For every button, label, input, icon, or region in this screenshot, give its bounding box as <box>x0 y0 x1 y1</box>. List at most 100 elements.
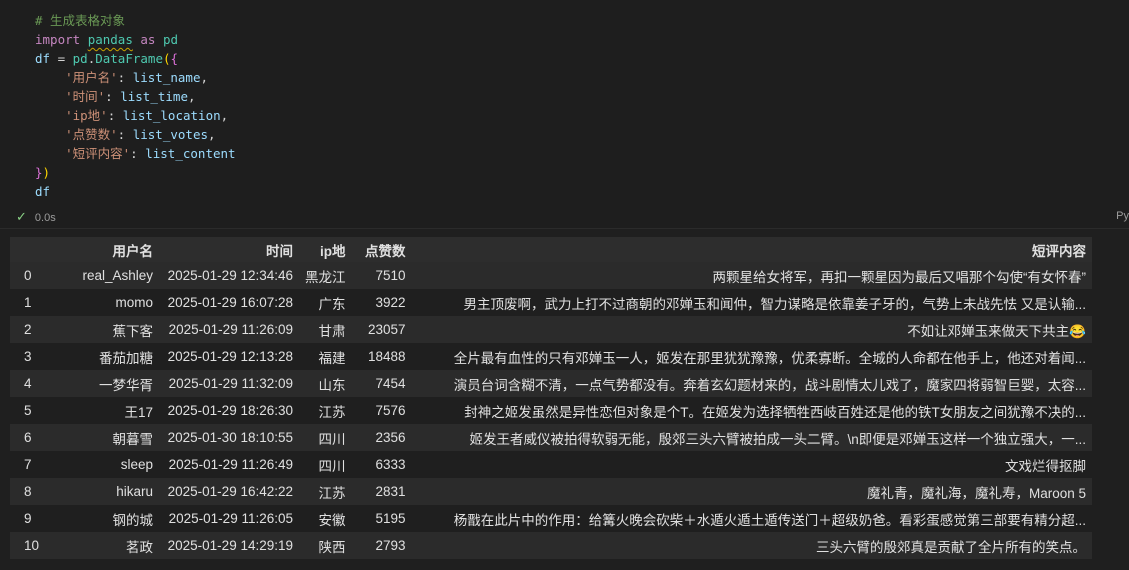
cell-content: 文戏烂得抠脚 <box>1005 458 1086 474</box>
column-header-votes: 点赞数 <box>351 237 412 262</box>
cell-ip: 山东 <box>318 377 346 393</box>
cell-time: 2025-01-29 11:26:49 <box>168 457 293 472</box>
cell-time: 2025-01-29 16:42:22 <box>167 484 293 499</box>
row-index: 3 <box>24 349 32 364</box>
table-row: 5 王17 2025-01-29 18:26:30 江苏 7576 封神之姬发虽然是异性恋… <box>10 397 1092 424</box>
table-row: 3 番茄加糖 2025-01-29 12:13:28 福建 18488 全片最有血性的只有… <box>10 343 1092 370</box>
cell-time: 2025-01-29 14:29:19 <box>167 538 293 553</box>
code-open-paren: ( <box>162 51 171 66</box>
cell-ip: 福建 <box>318 350 346 366</box>
index-header <box>10 237 47 262</box>
cell-content: 封神之姬发虽然是异性恋但对象是个T。在姬发为选择牺牲西岐百姓还是他的铁T女朋友之… <box>464 404 1086 420</box>
cell-username: 茗政 <box>126 539 153 555</box>
code-dict-value: list_content <box>145 146 236 161</box>
code-dict-value: list_name <box>132 70 201 85</box>
code-dict-value: list_time <box>120 89 188 104</box>
row-index: 0 <box>24 268 32 283</box>
code-last-line: df <box>35 184 51 199</box>
cell-ip: 安徽 <box>318 512 346 528</box>
cell-content: 演员台词含糊不清，一点气势都没有。奔着玄幻题材来的，战斗剧情太儿戏了，魔家四将弱… <box>453 377 1086 393</box>
code-editor[interactable]: # 生成表格对象 import pandas as pd df = pd.Dat… <box>35 11 236 201</box>
table-row: 7 sleep 2025-01-29 11:26:49 四川 6333 文戏烂得抠脚 <box>10 451 1092 478</box>
code-colon: : <box>105 89 121 104</box>
cell-content: 两颗星给女将军，再扣一颗星因为最后又唱那个勾使“有女怀春” <box>712 269 1087 285</box>
code-comma: , <box>208 127 216 142</box>
code-import-keyword: import <box>35 32 81 47</box>
cell-ip: 广东 <box>318 296 346 312</box>
cell-votes: 7454 <box>375 376 406 391</box>
code-colon: : <box>107 108 123 123</box>
cell-ip: 四川 <box>318 458 346 474</box>
row-index: 1 <box>24 295 32 310</box>
cell-content: 不如让邓婵玉来做天下共主😂 <box>907 323 1086 339</box>
cell-time: 2025-01-29 11:26:05 <box>168 511 293 526</box>
code-colon: : <box>117 127 133 142</box>
table-row: 8 hikaru 2025-01-29 16:42:22 江苏 2831 魔礼青，魔礼海，… <box>10 478 1092 505</box>
check-icon: ✓ <box>16 209 27 224</box>
cell-votes: 7510 <box>375 268 406 283</box>
cell-ip: 黑龙江 <box>305 269 346 285</box>
code-dict-value: list_votes <box>132 127 208 142</box>
cell-votes: 2793 <box>375 538 406 553</box>
column-header-username: 用户名 <box>47 237 159 262</box>
code-comma: , <box>187 89 196 104</box>
code-operator: = <box>50 51 73 66</box>
cell-votes: 7576 <box>375 403 406 418</box>
cell-content: 全片最有血性的只有邓婵玉一人，姬发在那里犹犹豫豫，优柔寡断。全城的人命都在他手上… <box>453 350 1086 366</box>
code-comma: , <box>200 70 208 85</box>
cell-votes: 6333 <box>375 457 406 472</box>
code-colon: : <box>130 146 146 161</box>
code-comment: # 生成表格对象 <box>35 13 126 28</box>
table-row: 1 momo 2025-01-29 16:07:28 广东 3922 男主顶废啊，武力上打… <box>10 289 1092 316</box>
cell-time: 2025-01-29 11:26:09 <box>168 322 293 337</box>
table-header-row: 用户名 时间 ip地 点赞数 短评内容 <box>10 237 1092 262</box>
cell-time: 2025-01-29 11:32:09 <box>168 376 293 391</box>
cell-username: 朝暮雪 <box>112 431 154 447</box>
cell-username: 蕉下客 <box>112 323 154 339</box>
cell-username: 一梦华胥 <box>99 377 153 393</box>
cell-username: sleep <box>120 457 153 472</box>
cell-username: 番茄加糖 <box>99 350 153 366</box>
cell-ip: 甘肃 <box>318 323 346 339</box>
code-alias: pd <box>162 32 179 47</box>
cell-content: 姬发王者威仪被拍得软弱无能，殷郊三头六臂被拍成一头二臂。\n即便是邓婵玉这样一个… <box>469 431 1086 447</box>
column-header-ip: ip地 <box>299 237 352 262</box>
code-dict-key: 'ip地' <box>65 108 108 123</box>
cell-content: 杨戬在此片中的作用：给篝火晚会砍柴＋水遁火遁土遁传送门＋超级奶爸。看彩蛋感觉第三… <box>453 512 1086 528</box>
code-comma: , <box>220 108 229 123</box>
code-dict-key: '点赞数' <box>65 127 118 142</box>
code-dict-key: '时间' <box>65 89 106 104</box>
code-close-brace: } <box>35 165 43 180</box>
table-row: 2 蕉下客 2025-01-29 11:26:09 甘肃 23057 不如让邓婵玉来做天下… <box>10 316 1092 343</box>
cell-ip: 江苏 <box>318 485 346 501</box>
code-module-name: pandas <box>87 32 133 47</box>
cell-votes: 2831 <box>375 484 406 499</box>
column-header-time: 时间 <box>159 237 299 262</box>
cell-content: 三头六臂的殷郊真是贡献了全片所有的笑点。 <box>816 539 1086 555</box>
cell-username: 王17 <box>124 404 153 420</box>
code-cell[interactable]: # 生成表格对象 import pandas as pd df = pd.Dat… <box>0 0 1129 229</box>
cell-username: real_Ashley <box>82 268 153 283</box>
cell-content: 魔礼青，魔礼海，魔礼寿，Maroon 5 <box>866 485 1086 501</box>
execution-status: ✓ 0.0s <box>16 209 56 225</box>
cell-time: 2025-01-30 18:10:55 <box>167 430 293 445</box>
cell-time: 2025-01-29 12:34:46 <box>167 268 293 283</box>
code-colon: : <box>117 70 133 85</box>
code-constructor: DataFrame <box>95 51 163 66</box>
kernel-language[interactable]: Py <box>1116 210 1129 222</box>
cell-username: hikaru <box>116 484 153 499</box>
row-index: 2 <box>24 322 32 337</box>
row-index: 7 <box>24 457 32 472</box>
cell-time: 2025-01-29 12:13:28 <box>167 349 293 364</box>
cell-output: 用户名 时间 ip地 点赞数 短评内容 0 real_Ashley 2025-01-… <box>0 229 1129 570</box>
cell-content: 男主顶废啊，武力上打不过商朝的邓婵玉和闻仲，智力谋略是依靠姜子牙的，气势上未战先… <box>463 296 1086 312</box>
table-row: 0 real_Ashley 2025-01-29 12:34:46 黑龙江 7510 两颗… <box>10 262 1092 289</box>
row-index: 9 <box>24 511 32 526</box>
cell-votes: 5195 <box>375 511 406 526</box>
cell-time: 2025-01-29 18:26:30 <box>167 403 293 418</box>
row-index: 10 <box>24 538 40 553</box>
code-dict-key: '短评内容' <box>65 146 131 161</box>
code-as-keyword: as <box>140 32 156 47</box>
cell-votes: 18488 <box>367 349 406 364</box>
row-index: 5 <box>24 403 32 418</box>
